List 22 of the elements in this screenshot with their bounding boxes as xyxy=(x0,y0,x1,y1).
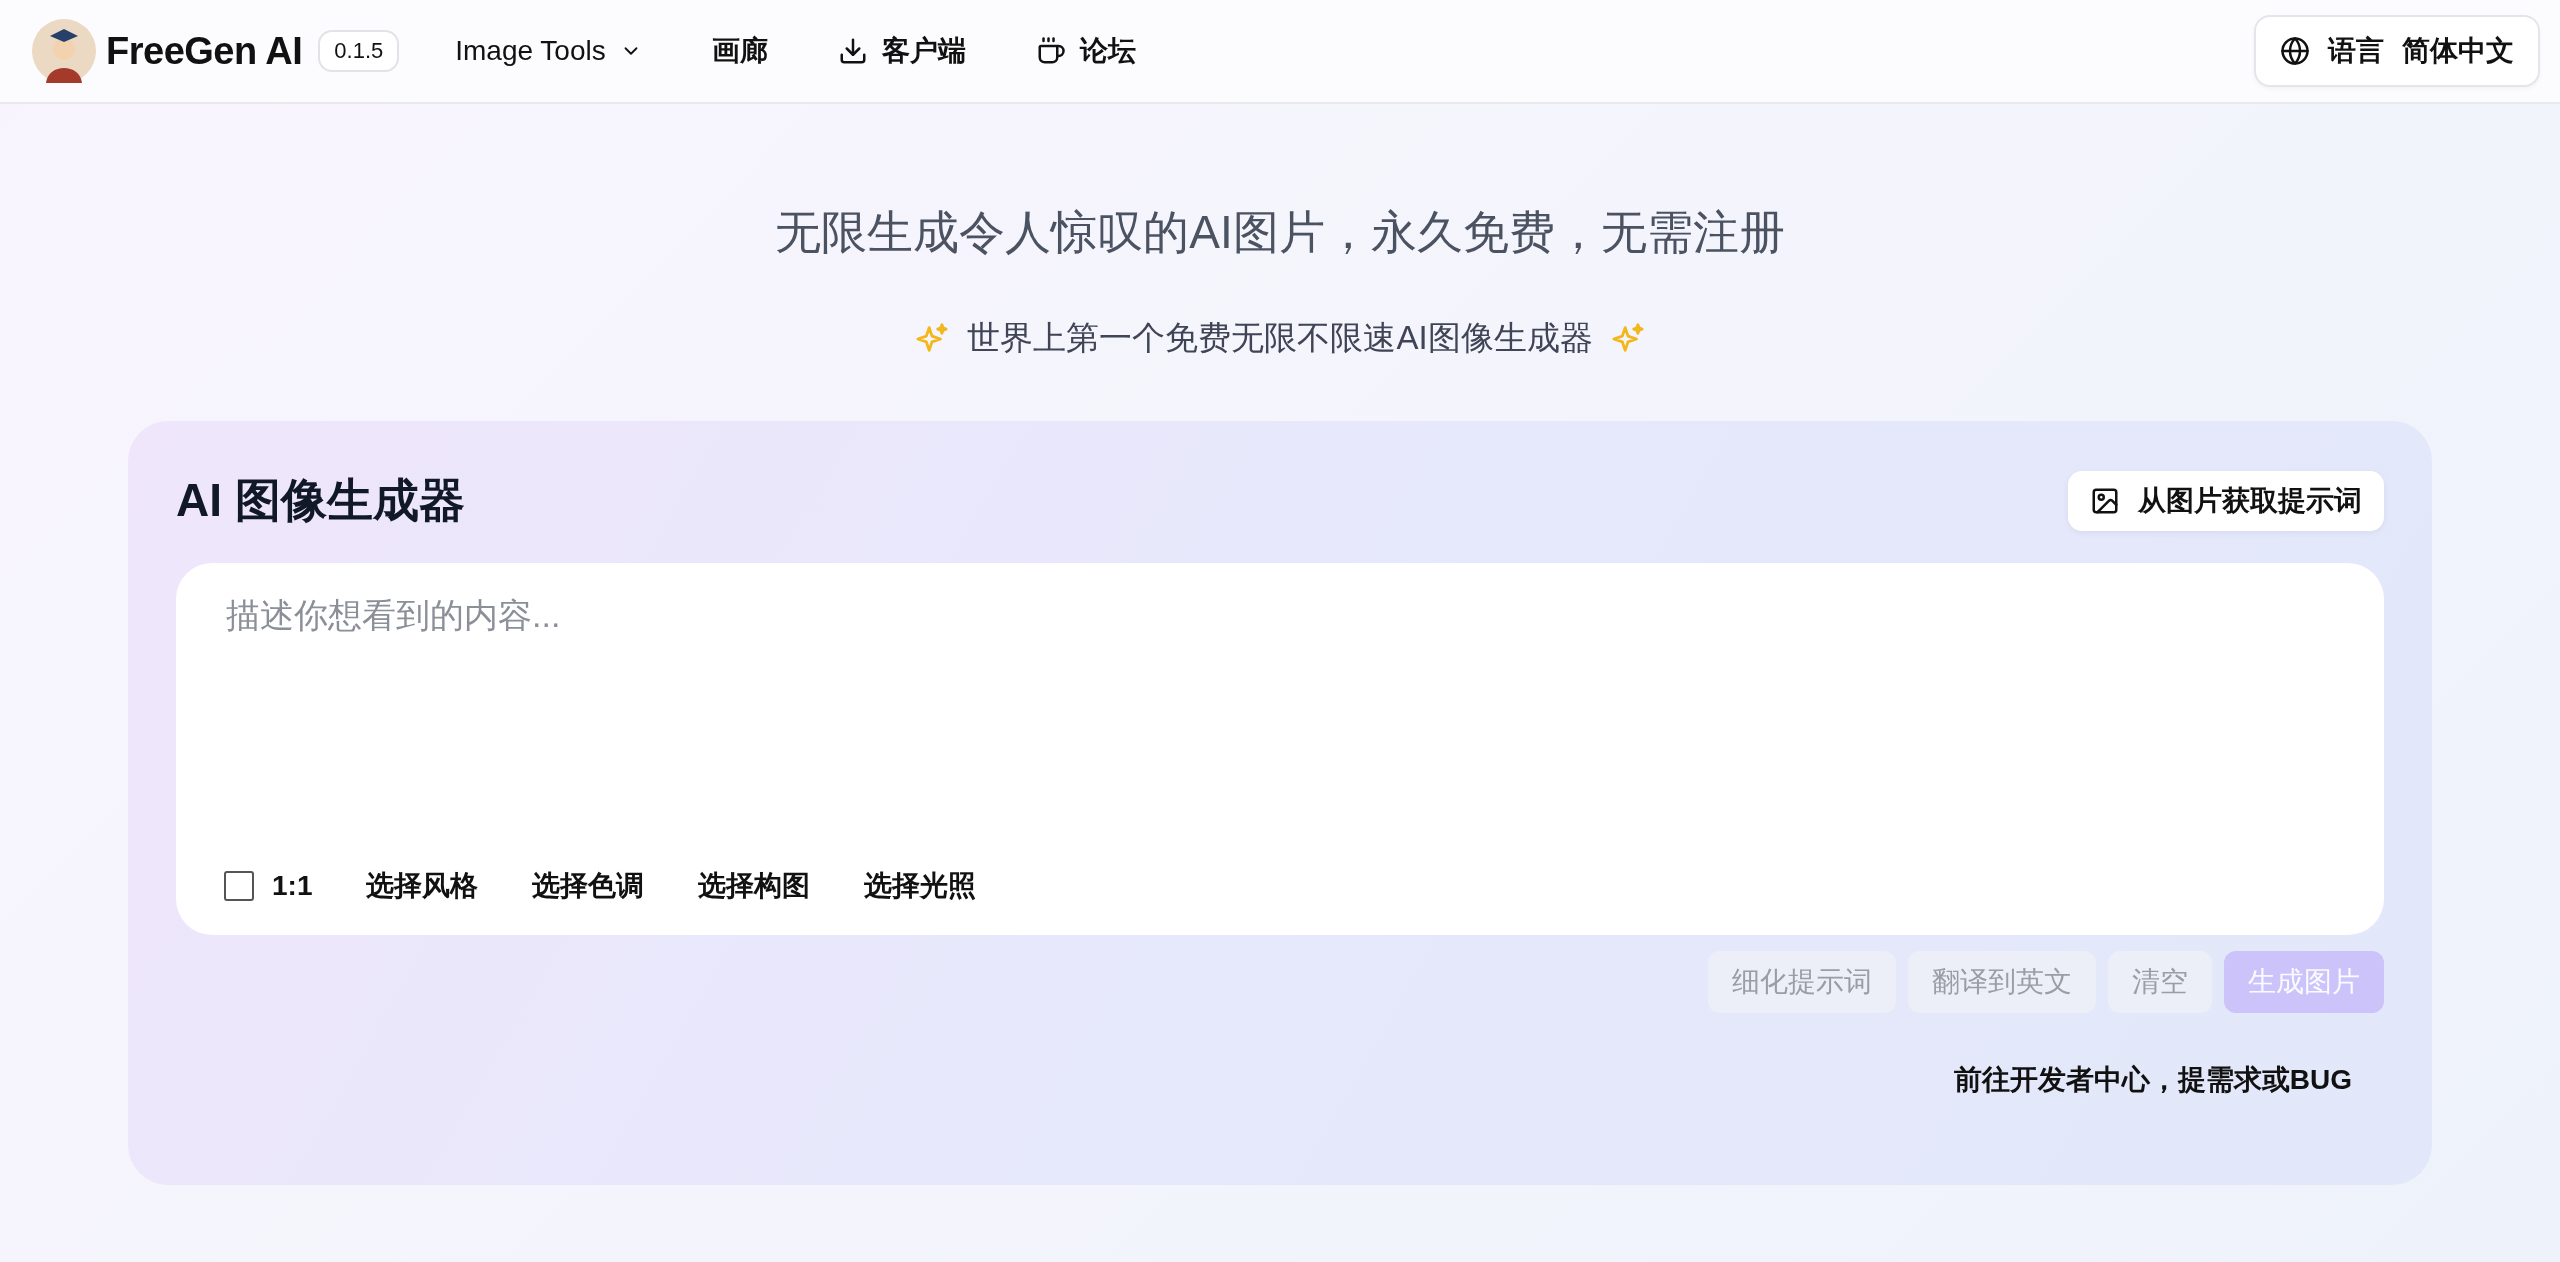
nav-link[interactable]: Image Tools xyxy=(455,35,642,67)
language-button[interactable]: 语言 简体中文 xyxy=(2254,15,2540,87)
card-title: AI 图像生成器 xyxy=(176,473,465,528)
option-menu-button[interactable]: 选择光照 xyxy=(864,867,977,905)
option-menu-button[interactable]: 选择构图 xyxy=(698,867,811,905)
logo-icon xyxy=(32,19,96,83)
option-menu-button[interactable]: 选择风格 xyxy=(366,867,479,905)
image-prompt-button[interactable]: 从图片获取提示词 xyxy=(2068,471,2384,531)
option-menu-button[interactable]: 选择色调 xyxy=(532,867,645,905)
checkbox-label: 1:1 xyxy=(272,870,313,902)
nav-link[interactable]: 客户端 xyxy=(837,32,966,70)
version-badge: 0.1.5 xyxy=(318,30,400,72)
checkbox[interactable] xyxy=(224,871,254,901)
brand-name: FreeGen AI xyxy=(106,29,303,73)
hero-title: 无限生成令人惊叹的AI图片，永久免费，无需注册 xyxy=(775,205,1785,260)
image-icon xyxy=(2090,486,2120,516)
globe-icon xyxy=(2280,36,2310,66)
nav-link[interactable]: 论坛 xyxy=(1035,32,1136,70)
hero-subtitle: 世界上第一个免费无限不限速AI图像生成器 xyxy=(967,318,1593,358)
developer-link[interactable]: 前往开发者中心，提需求或BUG xyxy=(1953,1061,2352,1099)
prompt-field[interactable]: 描述你想看到的内容... 1:1 选择风格 选择色调 选择构图 选择光照 xyxy=(176,563,2384,935)
nav-link[interactable]: 画廊 xyxy=(711,32,768,70)
